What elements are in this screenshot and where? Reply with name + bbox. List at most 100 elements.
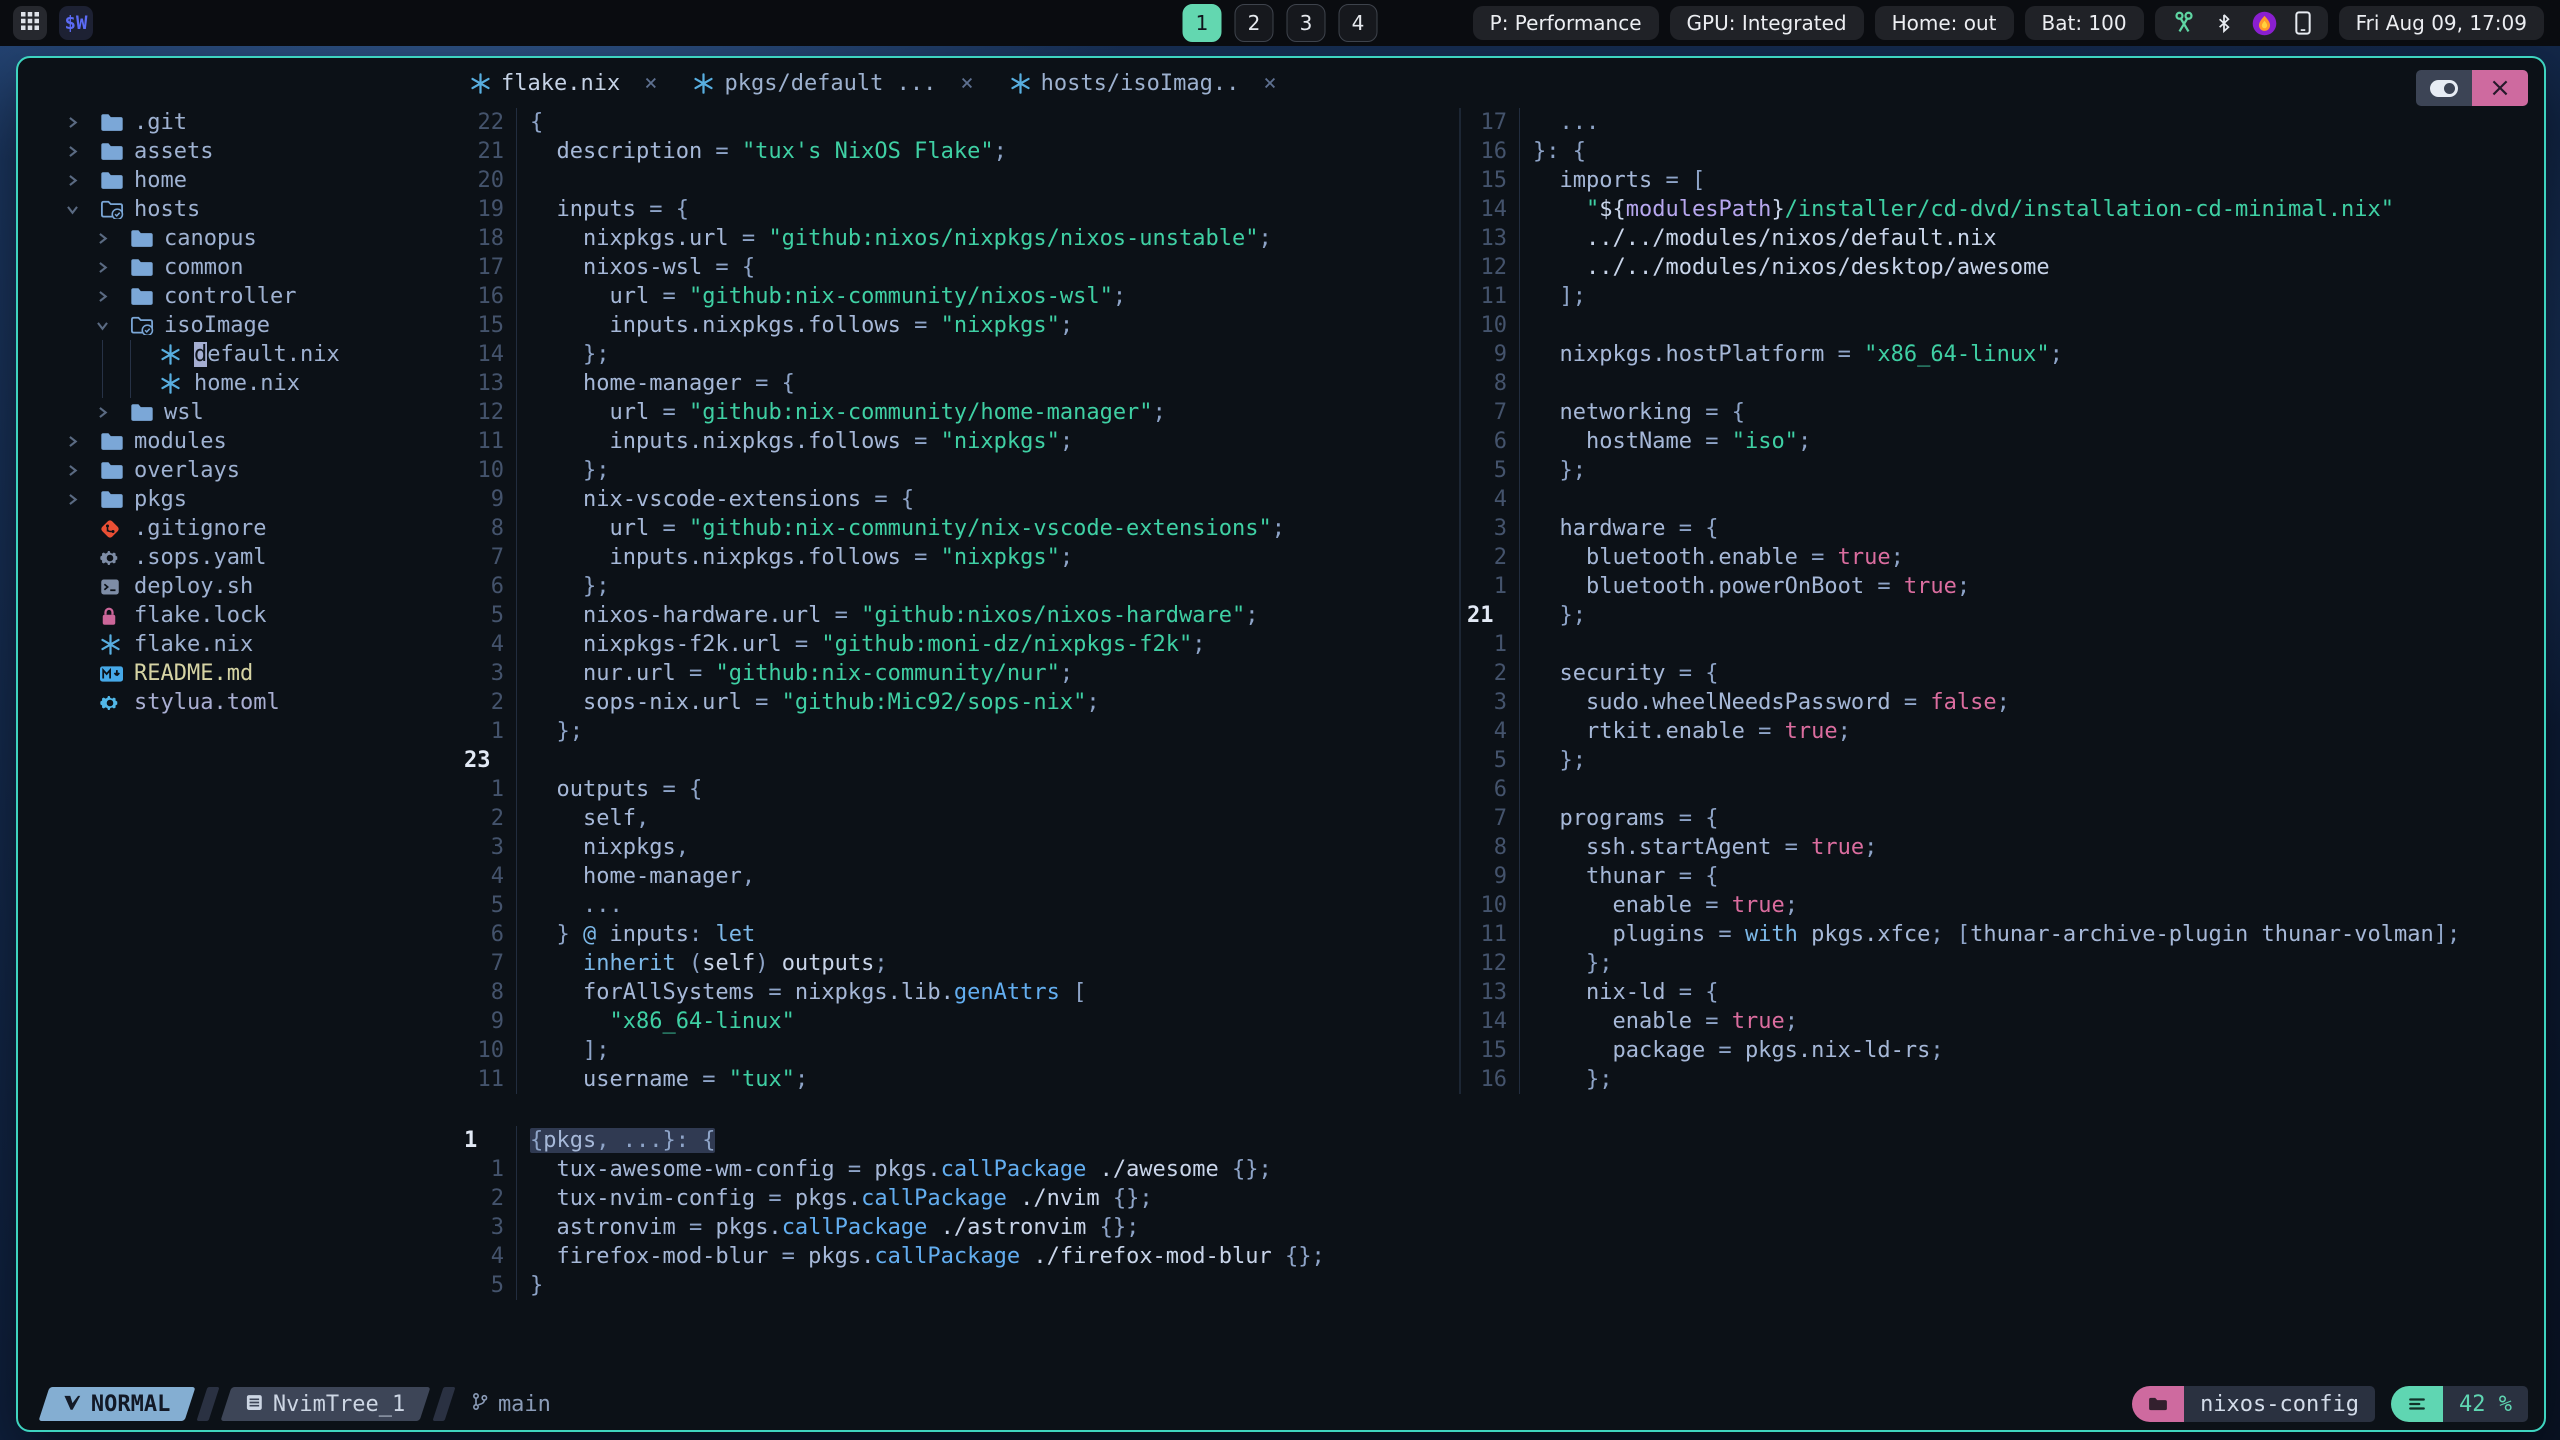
code-line: 2 sops-nix.url = "github:Mic92/sops-nix"… <box>458 688 1459 717</box>
code-text: }; <box>530 458 610 483</box>
tree-item-overlays[interactable]: overlays <box>18 456 458 485</box>
line-number: 17 <box>1480 110 1508 135</box>
tree-item-common[interactable]: common <box>18 253 458 282</box>
workspace-button-3[interactable]: 3 <box>1286 4 1326 42</box>
code-line: 1 {pkgs, ...}: { <box>458 1126 2544 1155</box>
bluetooth-icon[interactable] <box>2214 12 2234 34</box>
chevron-right-icon[interactable] <box>64 174 100 187</box>
chevron-right-icon[interactable] <box>64 145 100 158</box>
code-text: firefox-mod-blur = pkgs.callPackage ./fi… <box>530 1244 1325 1269</box>
chevron-down-icon[interactable] <box>64 203 100 216</box>
code-line: 11 inputs.nixpkgs.follows = "nixpkgs"; <box>458 427 1459 456</box>
code-line: 6 <box>1461 775 2544 804</box>
tree-item-flake-lock[interactable]: flake.lock <box>18 601 458 630</box>
flame-icon[interactable] <box>2252 11 2277 36</box>
chevron-right-icon[interactable] <box>64 435 100 448</box>
code-line: 20 <box>458 166 1459 195</box>
pane-flake-nix[interactable]: 22{21 description = "tux's NixOS Flake";… <box>458 108 1461 1094</box>
code-line: 8 <box>1461 369 2544 398</box>
tree-item-label: .git <box>134 110 187 135</box>
tree-item-stylua-toml[interactable]: stylua.toml <box>18 688 458 717</box>
status-pill[interactable]: Home: out <box>1874 6 2014 40</box>
tree-item-label: .gitignore <box>134 516 267 541</box>
tree-item-wsl[interactable]: wsl <box>18 398 458 427</box>
line-number: 20 <box>477 168 505 193</box>
tree-item-isoimage[interactable]: isoImage <box>18 311 458 340</box>
tab-flake-nix[interactable]: flake.nix × <box>470 71 657 96</box>
tree-item-home-nix[interactable]: home.nix <box>18 369 458 398</box>
line-number: 2 <box>490 806 504 831</box>
chevron-right-icon[interactable] <box>94 232 130 245</box>
tree-item-modules[interactable]: modules <box>18 427 458 456</box>
tree-item-home[interactable]: home <box>18 166 458 195</box>
chevron-right-icon[interactable] <box>64 116 100 129</box>
pane-isoimage-default-nix[interactable]: 17 ... 16}: {15 imports = [14 "${modulesP… <box>1461 108 2544 1094</box>
tree-item-flake-nix[interactable]: flake.nix <box>18 630 458 659</box>
line-number: 15 <box>477 313 505 338</box>
code-line: 6 }; <box>458 572 1459 601</box>
tree-item-assets[interactable]: assets <box>18 137 458 166</box>
scissors-icon[interactable] <box>2172 11 2196 35</box>
code-text: nixpkgs.hostPlatform = "x86_64-linux"; <box>1533 342 2063 367</box>
tab-close-icon[interactable]: × <box>960 71 973 96</box>
line-number: 9 <box>490 1009 504 1034</box>
line-number: 2 <box>1493 661 1507 686</box>
tree-item-canopus[interactable]: canopus <box>18 224 458 253</box>
window-close-button[interactable]: × <box>2472 70 2528 106</box>
tree-item-label: isoImage <box>164 313 270 338</box>
chevron-right-icon[interactable] <box>64 493 100 506</box>
tree-item-controller[interactable]: controller <box>18 282 458 311</box>
code-text: }; <box>530 342 610 367</box>
tree-item-pkgs[interactable]: pkgs <box>18 485 458 514</box>
chevron-down-icon[interactable] <box>94 319 130 332</box>
tree-item--git[interactable]: .git <box>18 108 458 137</box>
phone-icon[interactable] <box>2294 11 2311 35</box>
workspace-logo-button[interactable]: $W <box>59 6 93 40</box>
tab-label: flake.nix <box>501 70 621 96</box>
app-launcher-button[interactable] <box>13 6 47 40</box>
nvimtree-sidebar[interactable]: .git assets home hosts canopus common controll… <box>18 108 458 1430</box>
code-line: 23 <box>458 746 1459 775</box>
tab-close-icon[interactable]: × <box>644 71 657 96</box>
code-text: nixos-hardware.url = "github:nixos/nixos… <box>530 603 1259 628</box>
code-line: 16}: { <box>1461 137 2544 166</box>
line-number: 12 <box>477 400 505 425</box>
code-text: ]; <box>1533 284 1586 309</box>
chevron-right-icon[interactable] <box>94 406 130 419</box>
code-line: 2 tux-nvim-config = pkgs.callPackage ./n… <box>458 1184 2544 1213</box>
tree-item-deploy-sh[interactable]: deploy.sh <box>18 572 458 601</box>
workspace-button-4[interactable]: 4 <box>1338 4 1378 42</box>
tree-item-readme-md[interactable]: README.md <box>18 659 458 688</box>
pane-pkgs-default-nix[interactable]: 1 {pkgs, ...}: {1 tux-awesome-wm-config =… <box>458 1126 2544 1300</box>
tree-item-label: home <box>134 168 187 193</box>
tree-item--gitignore[interactable]: .gitignore <box>18 514 458 543</box>
line-number: 1 <box>490 777 504 802</box>
code-line: 3 astronvim = pkgs.callPackage ./astronv… <box>458 1213 2544 1242</box>
tab-pkgs-default-[interactable]: pkgs/default ... × <box>693 71 974 96</box>
workspace-switcher: 1234 <box>1182 0 1378 46</box>
topbar-right-group: P: Performance GPU: Integrated Home: out Ba… <box>1472 6 2544 40</box>
folder-icon <box>130 287 164 306</box>
chevron-right-icon[interactable] <box>94 261 130 274</box>
scroll-lines-icon <box>2391 1386 2444 1422</box>
toggle-icon <box>2430 79 2458 97</box>
tab-hosts-isoimag-[interactable]: hosts/isoImag.. × <box>1010 71 1277 96</box>
project-group: nixos-config <box>2132 1386 2376 1422</box>
tree-item-hosts[interactable]: hosts <box>18 195 458 224</box>
chevron-right-icon[interactable] <box>64 464 100 477</box>
indent-guide <box>130 340 131 369</box>
chevron-right-icon[interactable] <box>94 290 130 303</box>
status-pill[interactable]: P: Performance <box>1472 6 1659 40</box>
workspace-button-1[interactable]: 1 <box>1182 4 1222 42</box>
clock-pill[interactable]: Fri Aug 09, 17:09 <box>2338 6 2544 40</box>
status-pill[interactable]: GPU: Integrated <box>1669 6 1864 40</box>
window-toggle-button[interactable] <box>2416 70 2472 106</box>
status-pill[interactable]: Bat: 100 <box>2024 6 2144 40</box>
tab-close-icon[interactable]: × <box>1263 71 1276 96</box>
workspace-button-2[interactable]: 2 <box>1234 4 1274 42</box>
tree-item--sops-yaml[interactable]: .sops.yaml <box>18 543 458 572</box>
line-number: 5 <box>1493 458 1507 483</box>
tree-item-default-nix[interactable]: default.nix <box>18 340 458 369</box>
tree-cursor: d <box>194 342 208 367</box>
